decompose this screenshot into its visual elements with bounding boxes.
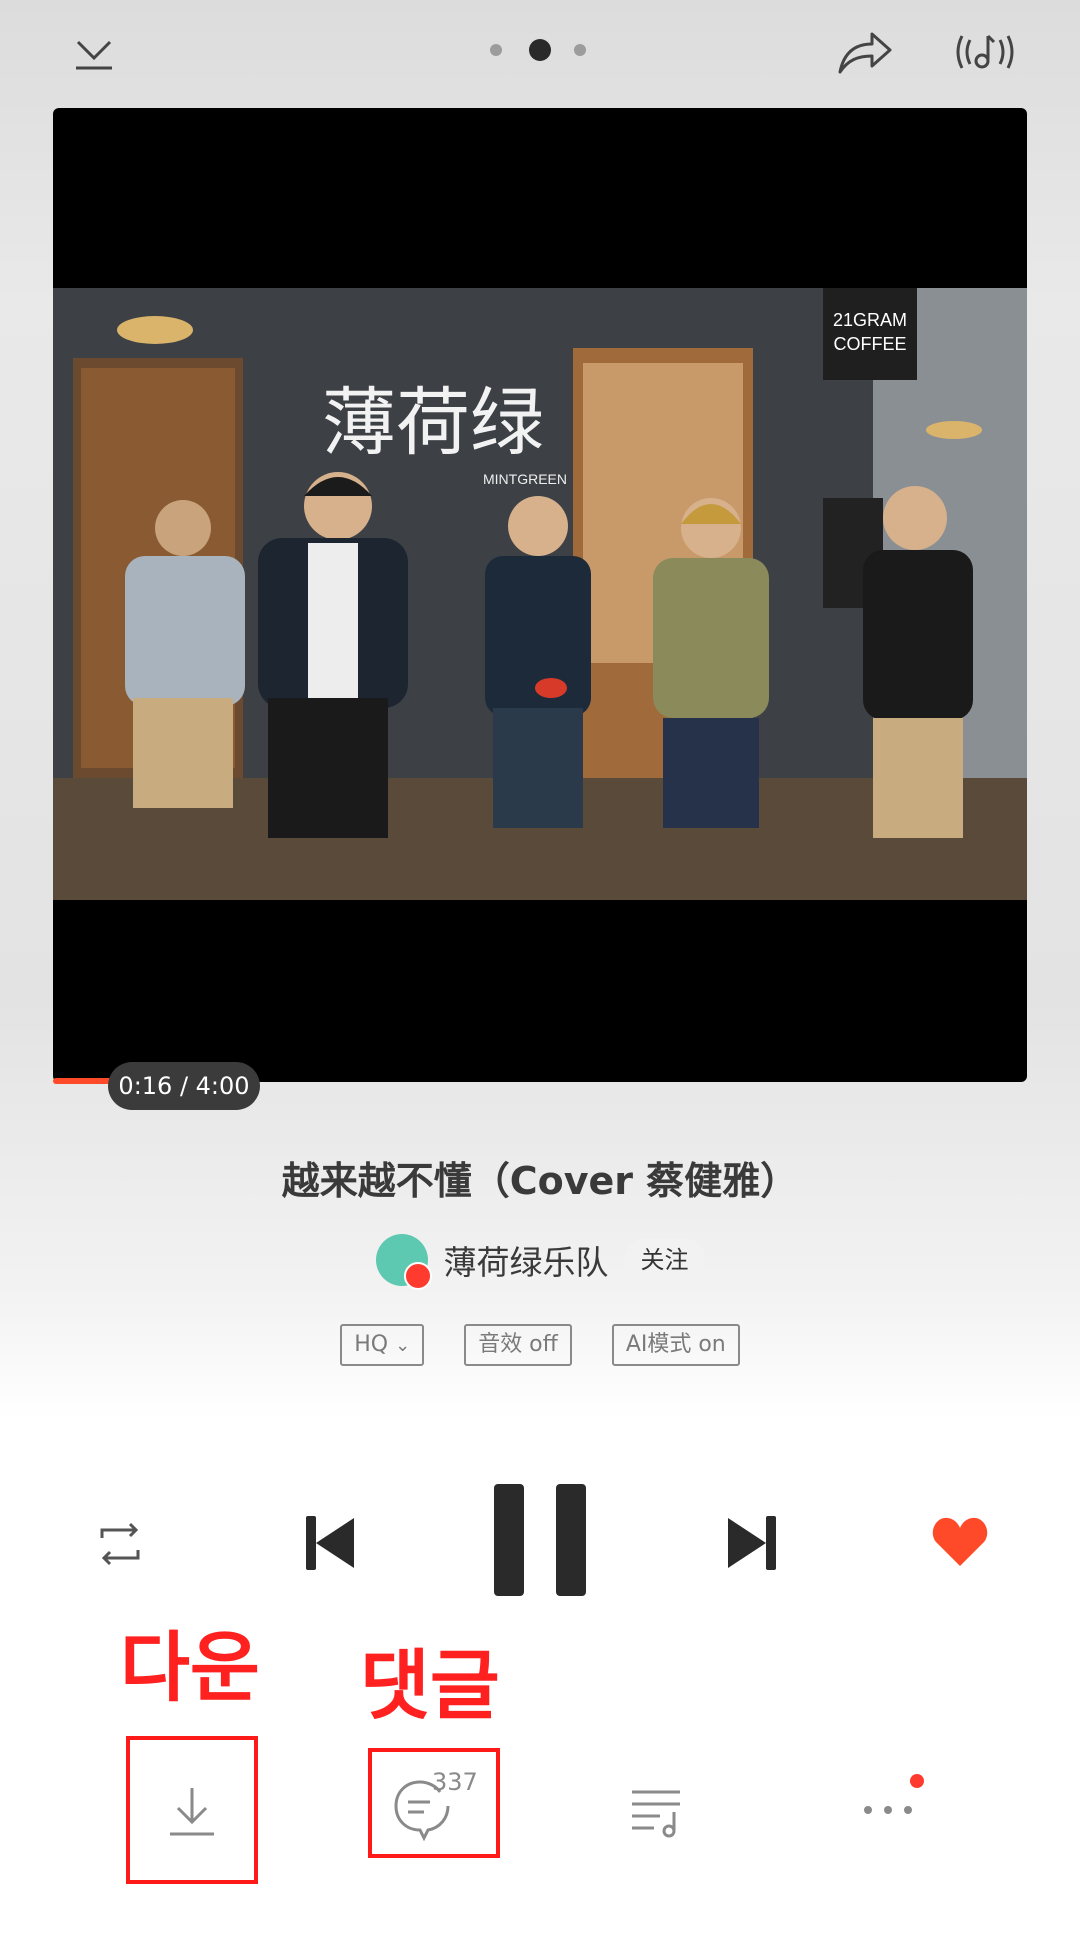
next-button[interactable] (724, 1512, 780, 1574)
annotation-download-label: 다운 (120, 1623, 260, 1712)
comment-button[interactable]: 337 (392, 1768, 502, 1848)
ai-mode-toggle[interactable]: AI模式 on (611, 1324, 740, 1366)
video-thumbnail: 21GRAM COFFEE 薄荷绿 MINTGREEN (53, 288, 1027, 900)
annotation-comment-label: 댓글 (360, 1641, 500, 1730)
share-button[interactable] (832, 22, 896, 82)
sound-effect-button[interactable] (948, 22, 1022, 82)
quality-selector[interactable]: HQ ⌄ (340, 1324, 425, 1366)
video-time: 0:16 / 4:00 (108, 1062, 260, 1110)
video-logo-subtext: MINTGREEN (483, 471, 567, 487)
sign-line2: COFFEE (833, 334, 906, 354)
download-button[interactable] (160, 1780, 224, 1844)
more-button[interactable] (856, 1770, 928, 1842)
video-player[interactable]: 21GRAM COFFEE 薄荷绿 MINTGREEN (53, 108, 1027, 1082)
chevron-down-icon: ⌄ (395, 1335, 411, 1356)
pause-button[interactable] (490, 1480, 590, 1600)
previous-icon (306, 1516, 354, 1570)
page-dot (490, 44, 502, 56)
notification-dot (910, 1774, 924, 1788)
previous-button[interactable] (302, 1512, 358, 1574)
page-dot (574, 44, 586, 56)
avatar-badge-icon (403, 1262, 432, 1290)
share-icon (838, 32, 892, 74)
repeat-button[interactable] (92, 1516, 148, 1572)
comment-count: 337 (432, 1768, 478, 1796)
collapse-button[interactable] (70, 28, 118, 76)
artist-name[interactable]: 薄荷绿乐队 (444, 1236, 609, 1284)
playlist-icon (632, 1790, 680, 1838)
song-title: 越来越不懂（Cover 蔡健雅） (281, 1159, 799, 1203)
sound-effect-icon (956, 34, 1014, 69)
like-button[interactable] (930, 1514, 990, 1570)
page-dot-active (529, 39, 551, 61)
video-logo-text: 薄荷绿 (322, 380, 544, 466)
sound-effect-toggle[interactable]: 音效 off (464, 1324, 572, 1366)
audio-options: HQ ⌄ 音效 off AI模式 on (0, 1324, 1080, 1366)
chevron-down-icon (76, 40, 112, 70)
quality-label: HQ (354, 1332, 389, 1357)
heart-icon (932, 1517, 988, 1566)
follow-button[interactable]: 关注 (624, 1238, 705, 1282)
playlist-button[interactable] (624, 1778, 688, 1842)
pause-icon (494, 1484, 586, 1596)
download-icon (170, 1788, 214, 1836)
repeat-icon (100, 1522, 140, 1566)
page-indicator (488, 38, 592, 62)
artist-row: 薄荷绿乐队 关注 (0, 1232, 1080, 1290)
sign-line1: 21GRAM (833, 310, 907, 330)
artist-avatar[interactable] (375, 1234, 432, 1290)
next-icon (728, 1516, 776, 1570)
playback-controls (0, 1472, 1080, 1612)
